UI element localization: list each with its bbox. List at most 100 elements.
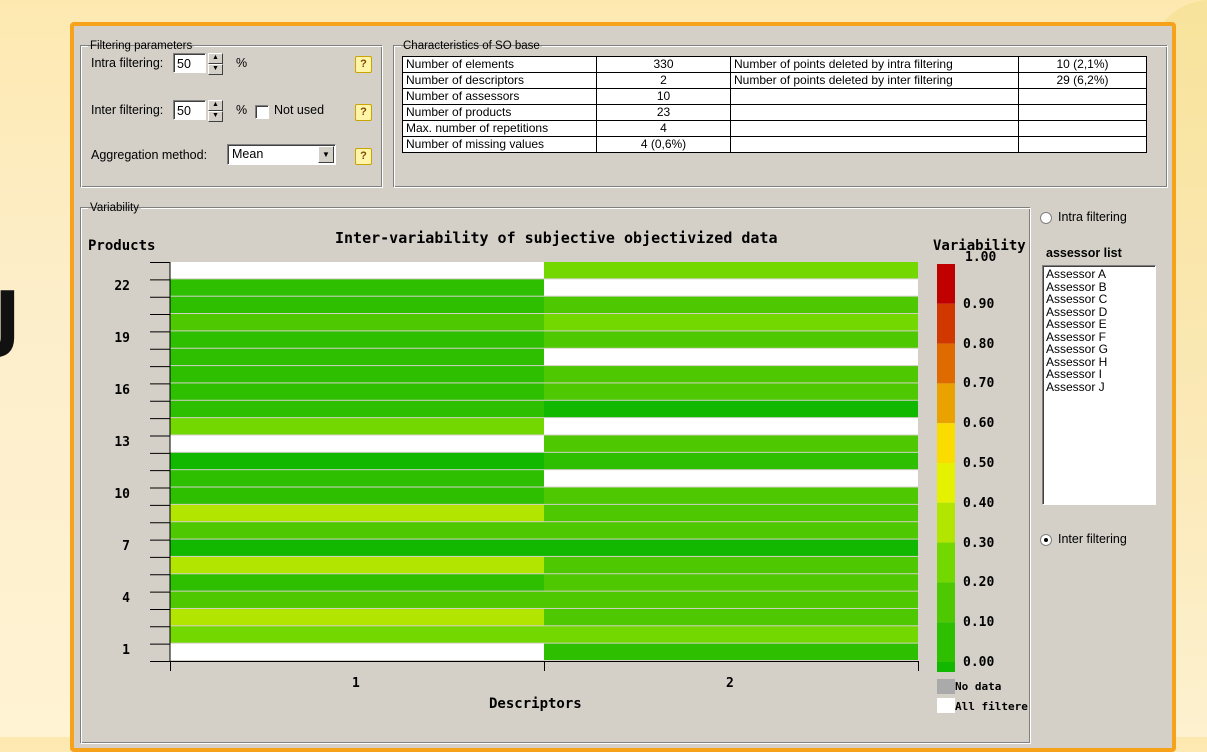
heatmap-cell xyxy=(170,279,544,296)
heatmap-cell xyxy=(544,400,918,418)
intra-filtering-radio[interactable] xyxy=(1040,212,1052,224)
heatmap-cell xyxy=(170,591,544,608)
colorbar-label: 1.00 xyxy=(965,250,997,265)
heatmap-cell xyxy=(544,626,918,643)
colorbar-segment xyxy=(937,303,955,344)
y-tick-label: 4 xyxy=(122,591,130,607)
heatmap-cell xyxy=(170,262,544,279)
heatmap-cell xyxy=(544,522,918,539)
heatmap-cell xyxy=(170,366,544,383)
y-tick-label: 10 xyxy=(114,487,130,503)
colorbar-label: 0.00 xyxy=(963,655,995,670)
colorbar-label: 0.60 xyxy=(963,416,995,432)
heatmap-cell xyxy=(170,314,544,331)
assessor-list-item[interactable]: Assessor A xyxy=(1046,268,1152,281)
y-tick-label: 19 xyxy=(114,331,130,347)
heatmap-cell xyxy=(544,452,918,470)
heatmap-cell xyxy=(170,504,544,522)
heatmap-cell xyxy=(170,522,544,539)
heatmap-cell xyxy=(170,487,544,504)
all-filtered-swatch xyxy=(937,698,955,713)
colorbar-label: 0.90 xyxy=(963,296,995,312)
heatmap-cell xyxy=(544,574,918,591)
heatmap-cell xyxy=(544,487,918,504)
heatmap-cell xyxy=(544,591,918,608)
heatmap-cell xyxy=(544,539,918,556)
heatmap-cell xyxy=(170,626,544,643)
heatmap-cell xyxy=(170,383,544,400)
heatmap-cell xyxy=(544,383,918,400)
heatmap-cell xyxy=(544,348,918,366)
x-tick-label: 2 xyxy=(726,676,734,691)
heatmap-cell xyxy=(544,314,918,331)
colorbar-segment xyxy=(937,502,955,543)
heatmap-cell xyxy=(170,470,544,487)
heatmap-cell xyxy=(170,608,544,626)
x-tick-label: 1 xyxy=(352,676,360,691)
heatmap-cell xyxy=(170,418,544,435)
y-axis-title: Products xyxy=(88,238,156,254)
heatmap-cell xyxy=(170,452,544,470)
colorbar-label: 0.70 xyxy=(963,376,995,392)
heatmap-cell xyxy=(544,262,918,279)
colorbar-segment xyxy=(937,542,955,583)
intra-filtering-radio-label: Intra filtering xyxy=(1058,210,1127,224)
heatmap-cell xyxy=(544,418,918,435)
y-tick-label: 1 xyxy=(122,643,130,659)
y-tick-label: 22 xyxy=(114,279,130,295)
colorbar-label: 0.30 xyxy=(963,535,995,551)
no-data-swatch xyxy=(937,679,955,694)
y-tick-label: 7 xyxy=(122,539,130,555)
heatmap-cell xyxy=(170,296,544,314)
variability-heatmap xyxy=(150,262,955,713)
all-filtered-legend-label: All filtered xyxy=(955,700,1028,713)
colorbar-segment xyxy=(937,264,955,304)
heatmap-cell xyxy=(544,331,918,348)
assessor-listbox[interactable]: Assessor A Assessor B Assessor C Assessor D… xyxy=(1042,265,1156,505)
heatmap-cell xyxy=(544,435,918,452)
colorbar-segment xyxy=(937,423,955,463)
assessor-list-item[interactable]: Assessor C xyxy=(1046,293,1152,306)
heatmap-cell xyxy=(170,348,544,366)
heatmap-cell xyxy=(544,296,918,314)
heatmap-cell xyxy=(544,643,918,660)
heatmap-cell xyxy=(544,470,918,487)
colorbar-segment xyxy=(937,343,955,384)
heatmap-cell xyxy=(170,574,544,591)
heatmap-cell xyxy=(170,435,544,452)
assessor-list-item[interactable]: Assessor E xyxy=(1046,318,1152,331)
y-tick-label: 13 xyxy=(114,435,130,451)
heatmap-cell xyxy=(544,608,918,626)
x-axis-title: Descriptors xyxy=(489,696,582,712)
heatmap-cell xyxy=(170,539,544,556)
heatmap-cell xyxy=(170,556,544,574)
inter-filtering-radio-label: Inter filtering xyxy=(1058,532,1127,546)
colorbar-segment xyxy=(937,662,955,672)
colorbar-label: 0.20 xyxy=(963,575,995,591)
heatmap-cell xyxy=(544,504,918,522)
heatmap-cell xyxy=(544,279,918,296)
background-letter: J xyxy=(0,276,21,360)
chart-title: Inter-variability of subjective objectiv… xyxy=(335,229,778,247)
heatmap-cell xyxy=(170,643,544,660)
colorbar-label: 0.40 xyxy=(963,495,995,511)
colorbar-label: 0.10 xyxy=(963,615,995,631)
colorbar-segment xyxy=(937,582,955,623)
heatmap-cell xyxy=(170,400,544,418)
colorbar-segment xyxy=(937,622,955,662)
heatmap-cell xyxy=(544,556,918,574)
heatmap-cell xyxy=(170,331,544,348)
inter-filtering-radio[interactable] xyxy=(1040,534,1052,546)
colorbar-segment xyxy=(937,383,955,424)
no-data-legend-label: No data xyxy=(955,680,1002,693)
assessor-list-item[interactable]: Assessor J xyxy=(1046,380,1152,394)
assessor-list-title: assessor list xyxy=(1046,246,1122,260)
colorbar-label: 0.80 xyxy=(963,336,995,352)
assessor-list-item[interactable]: Assessor I xyxy=(1046,368,1152,381)
heatmap-cell xyxy=(544,366,918,383)
y-tick-label: 16 xyxy=(114,383,130,399)
assessor-list-item[interactable]: Assessor G xyxy=(1046,343,1152,356)
app-window: Filtering parameters Intra filtering: 50… xyxy=(70,22,1176,752)
colorbar-label: 0.50 xyxy=(963,456,995,471)
colorbar-segment xyxy=(937,463,955,503)
